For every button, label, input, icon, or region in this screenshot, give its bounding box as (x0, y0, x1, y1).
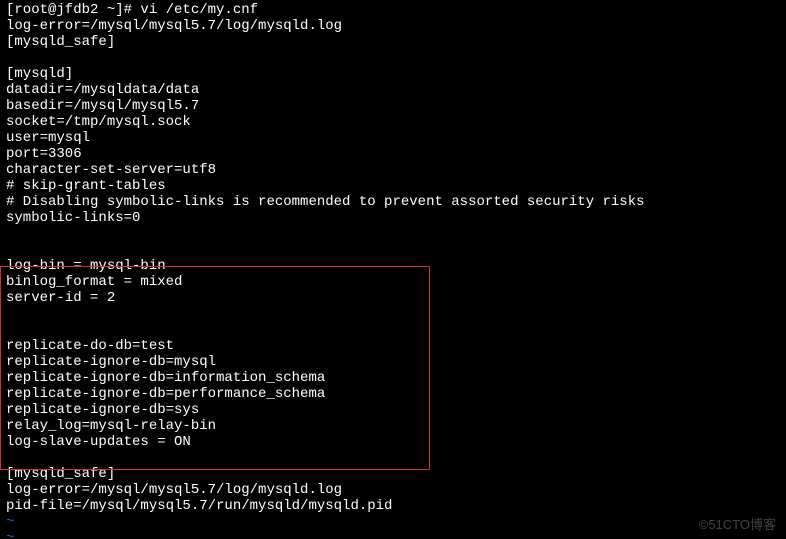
boxed-config-line: relay_log=mysql-relay-bin (0, 418, 786, 434)
boxed-config-line (0, 306, 786, 322)
config-line: basedir=/mysql/mysql5.7 (0, 98, 786, 114)
boxed-config-line: binlog_format = mixed (0, 274, 786, 290)
config-line (0, 226, 786, 242)
boxed-config-line: log-slave-updates = ON (0, 434, 786, 450)
boxed-config-line: replicate-do-db=test (0, 338, 786, 354)
config-line: [mysqld_safe] (0, 34, 786, 50)
config-line: log-error=/mysql/mysql5.7/log/mysqld.log (0, 482, 786, 498)
watermark-label: ©51CTO博客 (699, 517, 776, 533)
config-line: # skip-grant-tables (0, 178, 786, 194)
config-line: character-set-server=utf8 (0, 162, 786, 178)
config-line: datadir=/mysqldata/data (0, 82, 786, 98)
boxed-config-line: replicate-ignore-db=sys (0, 402, 786, 418)
config-line: [mysqld] (0, 66, 786, 82)
config-line: [mysqld_safe] (0, 466, 786, 482)
config-line (0, 450, 786, 466)
config-line: pid-file=/mysql/mysql5.7/run/mysqld/mysq… (0, 498, 786, 514)
config-line: socket=/tmp/mysql.sock (0, 114, 786, 130)
config-line (0, 242, 786, 258)
vi-tilde-line: ~ (0, 530, 786, 539)
config-line: log-error=/mysql/mysql5.7/log/mysqld.log (0, 18, 786, 34)
terminal-window[interactable]: [root@jfdb2 ~]# vi /etc/my.cnf log-error… (0, 0, 786, 539)
config-line: symbolic-links=0 (0, 210, 786, 226)
boxed-config-line: replicate-ignore-db=performance_schema (0, 386, 786, 402)
boxed-config-line: server-id = 2 (0, 290, 786, 306)
config-line: port=3306 (0, 146, 786, 162)
config-line (0, 50, 786, 66)
boxed-config-line: replicate-ignore-db=information_schema (0, 370, 786, 386)
boxed-config-line: log-bin = mysql-bin (0, 258, 786, 274)
vi-tilde-line: ~ (0, 514, 786, 530)
shell-prompt-line: [root@jfdb2 ~]# vi /etc/my.cnf (0, 2, 786, 18)
boxed-config-line: replicate-ignore-db=mysql (0, 354, 786, 370)
boxed-config-line (0, 322, 786, 338)
config-line: user=mysql (0, 130, 786, 146)
config-line: # Disabling symbolic-links is recommende… (0, 194, 786, 210)
